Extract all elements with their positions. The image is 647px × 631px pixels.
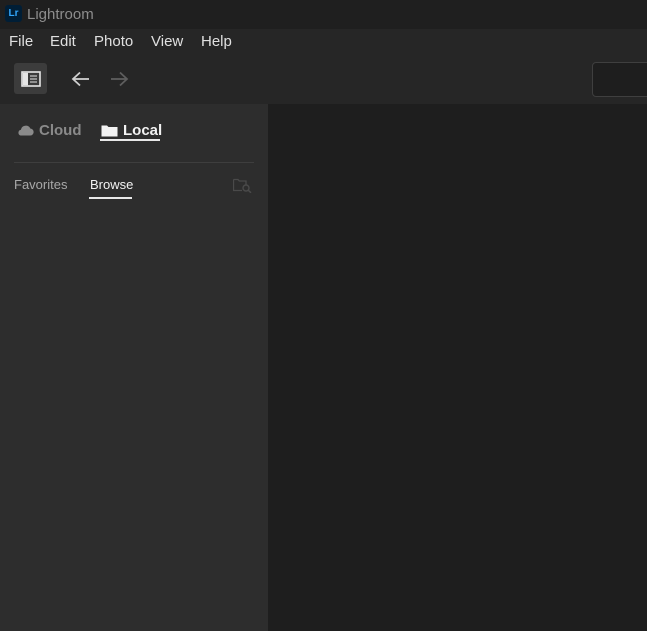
tab-favorites[interactable]: Favorites: [14, 177, 67, 192]
divider: [14, 162, 254, 163]
active-tab-indicator: [100, 139, 160, 141]
sidebar-panel-icon: [20, 70, 41, 87]
menu-bar: File Edit Photo View Help: [0, 29, 647, 55]
folder-search-button[interactable]: [232, 177, 252, 193]
menu-view[interactable]: View: [151, 33, 183, 50]
folder-icon: [101, 125, 118, 136]
forward-button[interactable]: [107, 67, 131, 91]
menu-help[interactable]: Help: [201, 33, 232, 50]
tab-cloud[interactable]: Cloud: [16, 117, 82, 143]
tab-local-label: Local: [123, 121, 163, 139]
menu-edit[interactable]: Edit: [50, 33, 76, 50]
tab-cloud-label: Cloud: [39, 121, 82, 139]
tab-browse[interactable]: Browse: [90, 177, 133, 192]
lightroom-logo-icon: Lr: [5, 5, 22, 22]
arrow-left-icon: [71, 71, 89, 87]
cloud-icon: [18, 125, 34, 136]
main-content-area: [268, 104, 647, 631]
arrow-right-icon: [111, 71, 129, 87]
menu-photo[interactable]: Photo: [94, 33, 133, 50]
search-input[interactable]: [592, 62, 647, 97]
panel-toggle-button[interactable]: [14, 63, 47, 94]
back-button[interactable]: [69, 67, 93, 91]
app-title: Lightroom: [27, 6, 94, 23]
toolbar: [0, 55, 647, 104]
sidebar: Cloud Local Favorites Browse: [0, 104, 268, 631]
folder-search-icon: [232, 178, 252, 193]
title-bar: Lr Lightroom: [0, 0, 647, 29]
menu-file[interactable]: File: [9, 33, 33, 50]
active-subtab-indicator: [89, 197, 132, 199]
